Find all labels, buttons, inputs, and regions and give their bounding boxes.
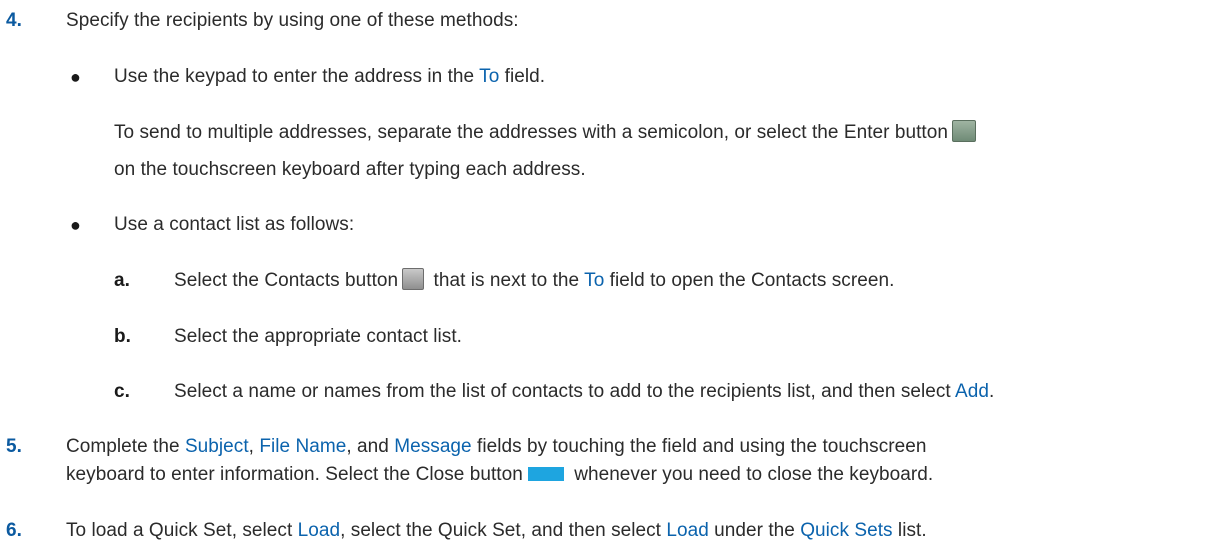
step-6-pre: To load a Quick Set, select bbox=[66, 520, 298, 541]
step-5-post: fields by touching the field and using t… bbox=[471, 436, 927, 457]
sub-step-a-pre: Select the Contacts button bbox=[174, 270, 399, 291]
bullet-marker: ● bbox=[70, 67, 81, 87]
step-6-mid: , select the Quick Set, and then select bbox=[340, 520, 667, 541]
sub-step-c-letter: c. bbox=[114, 381, 130, 402]
step-5-sep-2: , and bbox=[346, 436, 395, 457]
multiple-addresses-line-2: on the touchscreen keyboard after typing… bbox=[114, 159, 586, 180]
load-button-term: Load bbox=[666, 520, 709, 541]
contacts-button-icon bbox=[402, 267, 425, 290]
step-6-post: list. bbox=[892, 520, 927, 541]
step-5-line-2: keyboard to enter information. Select th… bbox=[66, 463, 933, 487]
quick-sets-list-term: Quick Sets bbox=[800, 520, 893, 541]
close-keyboard-button-icon bbox=[527, 466, 564, 481]
file-name-field-term: File Name bbox=[259, 436, 347, 457]
bullet-2-text: Use a contact list as follows: bbox=[114, 214, 355, 235]
sub-step-a-letter: a. bbox=[114, 270, 130, 291]
step-5-number: 5. bbox=[6, 436, 22, 457]
bullet-1-pre: Use the keypad to enter the address in t… bbox=[114, 66, 480, 87]
bullet-marker: ● bbox=[70, 215, 81, 235]
multiple-addresses-text-1: To send to multiple addresses, separate … bbox=[114, 122, 948, 143]
sub-step-c-pre: Select a name or names from the list of … bbox=[174, 381, 956, 402]
bullet-1-post: field. bbox=[499, 66, 546, 87]
add-button-term: Add bbox=[955, 381, 990, 402]
step-6-text: To load a Quick Set, select Load, select… bbox=[66, 519, 927, 543]
step-5-sep-1: , bbox=[248, 436, 260, 457]
to-field-term: To bbox=[479, 66, 500, 87]
step-4-number: 4. bbox=[6, 10, 22, 31]
enter-button-icon bbox=[951, 119, 976, 142]
sub-step-a-mid: that is next to the bbox=[428, 270, 585, 291]
step-6-mid-2: under the bbox=[708, 520, 801, 541]
multiple-addresses-line-1: To send to multiple addresses, separate … bbox=[114, 119, 976, 145]
load-button-term: Load bbox=[297, 520, 341, 541]
step-6-number: 6. bbox=[6, 520, 22, 541]
sub-step-b-letter: b. bbox=[114, 326, 131, 347]
sub-step-c-text: Select a name or names from the list of … bbox=[174, 380, 994, 404]
sub-step-a-post: field to open the Contacts screen. bbox=[604, 270, 895, 291]
subject-field-term: Subject bbox=[184, 436, 249, 457]
step-4-text: Specify the recipients by using one of t… bbox=[66, 10, 519, 31]
sub-step-c-post: . bbox=[989, 381, 995, 402]
step-5-line-2-post: whenever you need to close the keyboard. bbox=[568, 464, 934, 485]
step-5-line-1: Complete the Subject, File Name, and Mes… bbox=[66, 435, 927, 459]
to-field-term: To bbox=[584, 270, 605, 291]
bullet-1-text: Use the keypad to enter the address in t… bbox=[114, 65, 545, 89]
sub-step-a-text: Select the Contacts button that is next … bbox=[174, 267, 895, 293]
step-5-line-2-pre: keyboard to enter information. Select th… bbox=[66, 464, 523, 485]
message-field-term: Message bbox=[394, 436, 472, 457]
step-5-pre: Complete the bbox=[66, 436, 185, 457]
sub-step-b-text: Select the appropriate contact list. bbox=[174, 326, 463, 347]
